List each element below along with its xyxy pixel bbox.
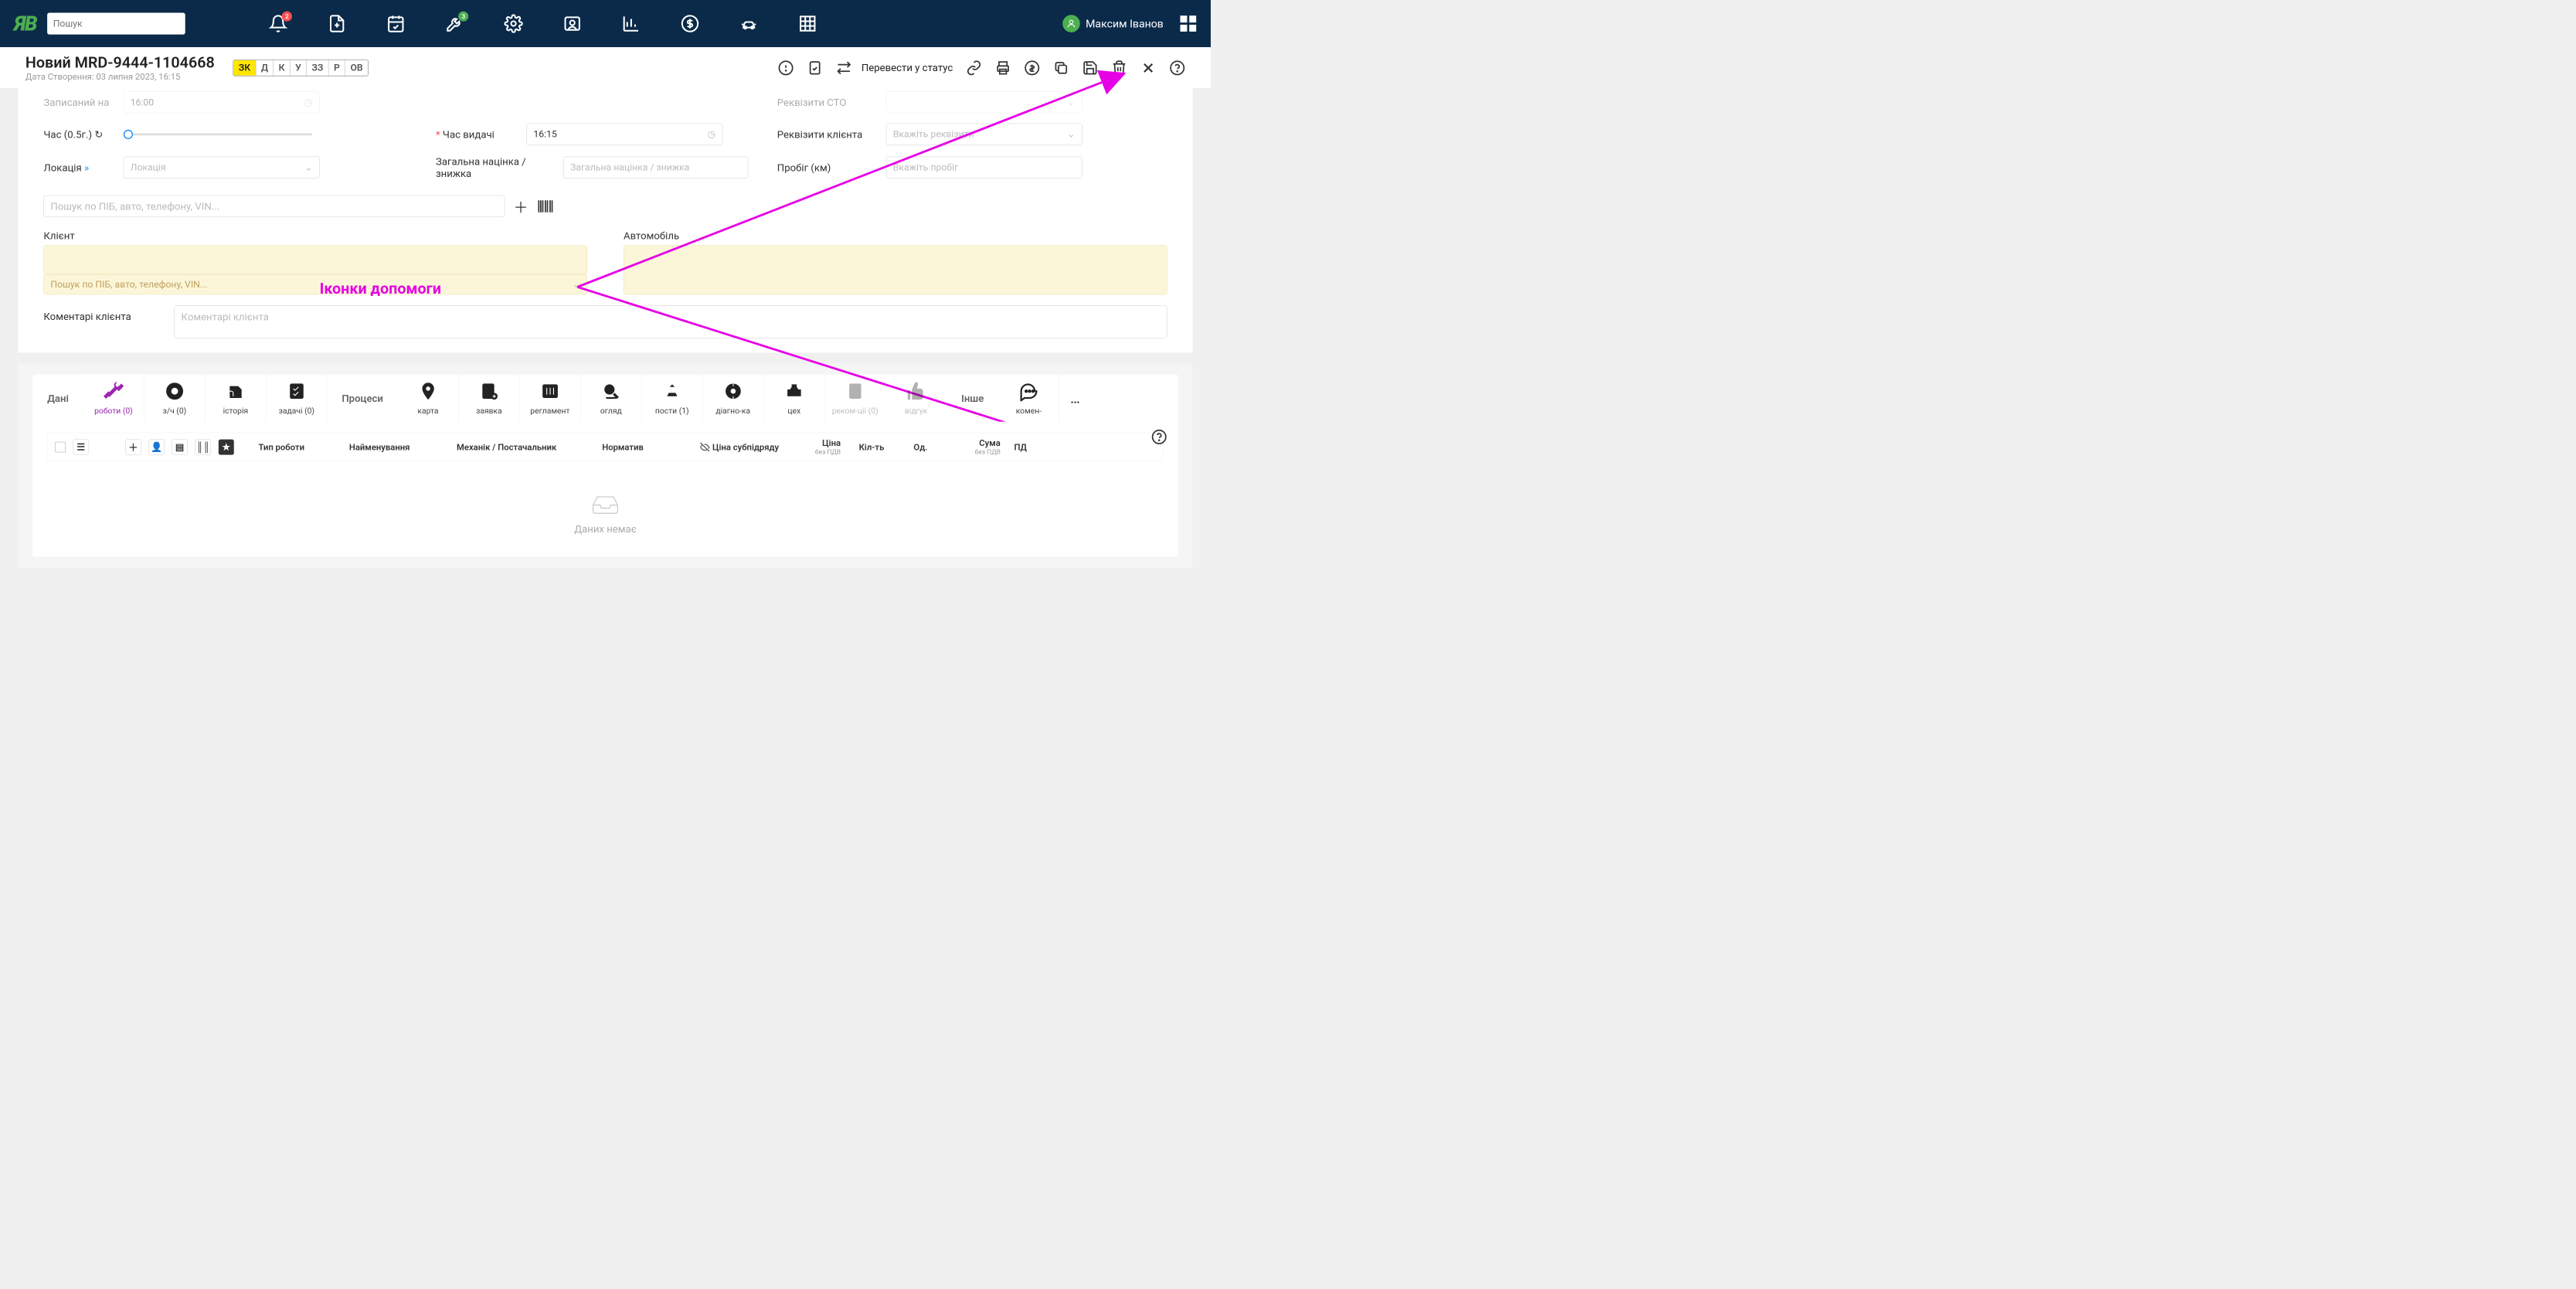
add-row-button[interactable]: ＋ bbox=[125, 439, 141, 455]
tab-feedback[interactable]: відгук bbox=[885, 375, 946, 422]
table-header: ☰ ＋ 👤 ▤ ║║ ★ Тип роботи Найменування Мех… bbox=[47, 433, 1164, 461]
col-pd: ПД bbox=[1008, 442, 1033, 452]
col-price: Цінабез ПДВ bbox=[787, 438, 841, 456]
col-type: Тип роботи bbox=[242, 442, 321, 452]
table-help-icon[interactable] bbox=[1151, 429, 1167, 447]
works-table: ☰ ＋ 👤 ▤ ║║ ★ Тип роботи Найменування Мех… bbox=[32, 422, 1178, 557]
col-sum: Сумабез ПДВ bbox=[946, 438, 1001, 456]
empty-state: Даних немає bbox=[47, 461, 1164, 546]
tab-recommendations[interactable]: реком-ції (0) bbox=[824, 375, 885, 422]
col-mechanic: Механік / Постачальник bbox=[437, 442, 576, 452]
barcode-button[interactable]: ║║ bbox=[195, 439, 211, 455]
star-button[interactable]: ★ bbox=[218, 439, 234, 455]
col-qty: Кіл-ть bbox=[848, 442, 895, 452]
eye-off-icon bbox=[700, 442, 709, 451]
thumbs-up-icon bbox=[906, 381, 926, 403]
empty-inbox-icon bbox=[589, 491, 621, 516]
col-unit: Од. bbox=[902, 442, 939, 452]
doc-button[interactable]: ▤ bbox=[172, 439, 188, 455]
col-subprice: Ціна субпідряду bbox=[670, 442, 779, 452]
col-norm: Норматив bbox=[583, 442, 662, 452]
person-button[interactable]: 👤 bbox=[148, 439, 165, 455]
col-name: Найменування bbox=[328, 442, 430, 452]
list-view-button[interactable]: ☰ bbox=[73, 439, 89, 455]
select-all-checkbox[interactable] bbox=[55, 441, 66, 452]
clipboard-icon bbox=[845, 381, 865, 403]
